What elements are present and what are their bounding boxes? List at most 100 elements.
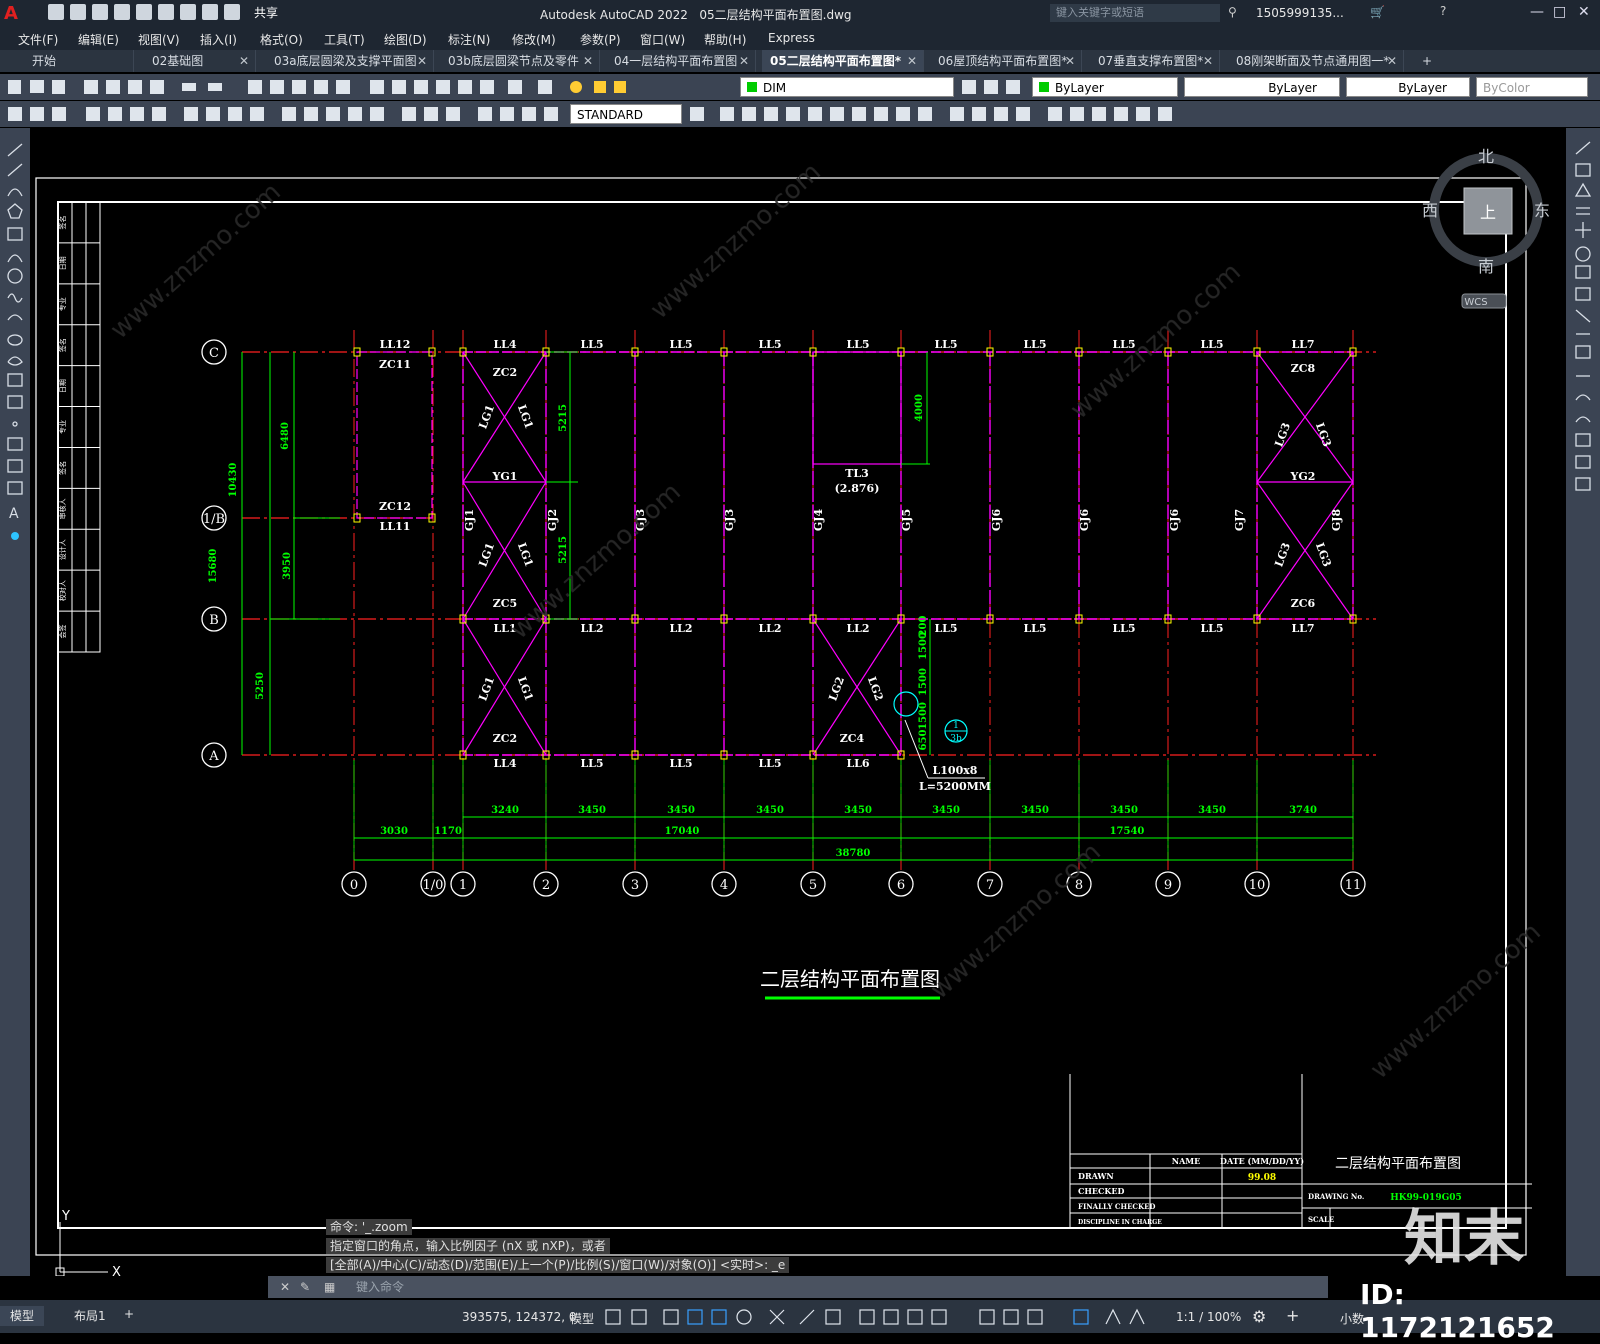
tab-close-icon[interactable]: ✕ — [1387, 50, 1397, 72]
close-command-icon[interactable]: ✕ — [280, 1276, 290, 1298]
linetype-dropdown[interactable]: ByLayer — [1184, 77, 1340, 97]
settings-gear-icon[interactable]: ⚙ — [1252, 1307, 1266, 1326]
dim-text-vertical: 3950 — [282, 552, 293, 580]
wcs-label[interactable]: WCS — [1464, 297, 1487, 308]
dim-text-vertical: 1500 — [918, 668, 929, 696]
layer-tools-icons[interactable] — [962, 79, 1024, 95]
viewcube-north[interactable]: 北 — [1478, 147, 1494, 166]
tab-08[interactable]: 08刚架断面及节点通用图一* ✕ — [1228, 50, 1404, 72]
viewcube[interactable]: 上 北 南 西 东 WCS — [1422, 147, 1550, 309]
tab-07[interactable]: 07垂直支撑布置图* ✕ — [1090, 50, 1220, 72]
minimize-button[interactable]: — — [1530, 4, 1544, 20]
standard-tools-icons[interactable] — [8, 79, 628, 95]
search-icon[interactable]: ⚲ — [1228, 5, 1237, 19]
dim-text-vertical: 5250 — [255, 672, 266, 700]
modify-side-icons[interactable] — [1566, 138, 1600, 538]
tb-drawing-no-label: DRAWING No. — [1308, 1192, 1364, 1201]
user-account[interactable]: 1505999135... — [1256, 6, 1344, 20]
annotation-scale[interactable]: 1:1 / 100% — [1176, 1310, 1241, 1324]
layer-dropdown[interactable]: DIM — [740, 77, 954, 97]
tab-close-icon[interactable]: ✕ — [583, 50, 593, 72]
tab-close-icon[interactable]: ✕ — [417, 50, 427, 72]
tab-label: 开始 — [32, 54, 57, 68]
plot-icon[interactable] — [180, 4, 196, 20]
tab-close-icon[interactable]: ✕ — [1203, 50, 1213, 72]
search-input[interactable]: 键入关键字或短语 — [1050, 4, 1220, 22]
dimension-tools-icons[interactable] — [8, 106, 568, 122]
tab-02[interactable]: 02基础图 ✕ — [144, 50, 256, 72]
structural-plan: C1/BBA0 1/0 1 2 3 4 5 6 7 8 9 10 11LL12 LL4 LL5 LL5 LL5 L… — [201, 330, 1376, 897]
color-dropdown[interactable]: ByLayer — [1032, 77, 1178, 97]
autocad-logo[interactable]: A — [4, 3, 32, 25]
angle-section-label: L100x8 — [933, 764, 978, 777]
dimstyle-dropdown[interactable]: STANDARD — [570, 104, 682, 124]
menu-modify[interactable]: 修改(M) — [512, 31, 556, 48]
viewcube-east[interactable]: 东 — [1534, 201, 1550, 220]
close-button[interactable]: ✕ — [1578, 4, 1590, 20]
viewcube-top[interactable]: 上 — [1480, 203, 1496, 222]
svg-text:X: X — [112, 1265, 121, 1276]
tab-close-icon[interactable]: ✕ — [739, 50, 749, 72]
menu-view[interactable]: 视图(V) — [138, 31, 180, 48]
menu-window[interactable]: 窗口(W) — [640, 31, 685, 48]
model-space-button[interactable]: 模型 — [570, 1310, 594, 1327]
new-tab-button[interactable]: + — [1414, 50, 1444, 72]
dim-text-vertical: 15680 — [208, 549, 219, 584]
plus-icon[interactable]: + — [1286, 1306, 1299, 1325]
plotstyle-value: ByColor — [1483, 81, 1530, 95]
tab-start[interactable]: 开始 — [24, 50, 134, 72]
share-button[interactable]: 共享 — [254, 4, 278, 21]
maximize-button[interactable]: □ — [1553, 4, 1566, 20]
cart-icon[interactable]: 🛒 — [1370, 5, 1385, 19]
tab-close-icon[interactable]: ✕ — [907, 50, 917, 72]
command-history-3: [全部(A)/中心(C)/动态(D)/范围(E)/上一个(P)/比例(S)/窗口… — [326, 1257, 790, 1273]
customize-icon[interactable]: ✎ — [300, 1276, 310, 1298]
command-input[interactable]: 键入命令 — [356, 1276, 404, 1298]
lineweight-dropdown[interactable]: ByLayer — [1346, 77, 1470, 97]
menu-file[interactable]: 文件(F) — [18, 31, 58, 48]
model-tab[interactable]: 模型 — [0, 1306, 45, 1326]
tab-04[interactable]: 04一层结构平面布置图 ✕ — [606, 50, 756, 72]
dim-text-vertical: 5215 — [558, 404, 569, 432]
menu-format[interactable]: 格式(O) — [260, 31, 303, 48]
viewcube-south[interactable]: 南 — [1478, 257, 1494, 276]
save-web-icon[interactable] — [158, 4, 174, 20]
saveas-icon[interactable] — [114, 4, 130, 20]
viewcube-west[interactable]: 西 — [1422, 201, 1438, 220]
tab-close-icon[interactable]: ✕ — [239, 50, 249, 72]
command-input-bar[interactable]: ✕ ✎ ▦ 键入命令 — [268, 1276, 1328, 1298]
menu-express[interactable]: Express — [768, 31, 815, 45]
tab-03b[interactable]: 03b底层圆梁节点及零件 ✕ — [440, 50, 600, 72]
redo-icon[interactable] — [224, 4, 240, 20]
tab-03a[interactable]: 03a底层圆梁及支撑平面图 ✕ — [266, 50, 434, 72]
drawing-canvas[interactable]: 签名日期专业签名日期专业签名审核人设计人校对人会签 上 北 南 西 东 WCS … — [0, 128, 1566, 1276]
undo-icon[interactable] — [202, 4, 218, 20]
beam-label: LL2 — [846, 622, 869, 635]
menu-dimension[interactable]: 标注(N) — [448, 31, 490, 48]
tab-close-icon[interactable]: ✕ — [1065, 50, 1075, 72]
tab-05-active[interactable]: 05二层结构平面布置图* ✕ — [762, 50, 924, 72]
tab-label: 05二层结构平面布置图* — [770, 54, 901, 68]
add-layout-button[interactable]: + — [124, 1307, 134, 1321]
command-prompt-icon[interactable]: ▦ — [324, 1276, 335, 1298]
menu-insert[interactable]: 插入(I) — [200, 31, 237, 48]
menu-edit[interactable]: 编辑(E) — [78, 31, 119, 48]
side-table-label: 会签 — [58, 625, 67, 639]
open-web-icon[interactable] — [136, 4, 152, 20]
status-toggle-icons[interactable] — [604, 1308, 1164, 1326]
save-icon[interactable] — [92, 4, 108, 20]
tab-06[interactable]: 06屋顶结构平面布置图* ✕ — [930, 50, 1082, 72]
modify-tools-icons[interactable] — [690, 106, 1190, 122]
help-icon[interactable]: ? — [1440, 4, 1446, 18]
menu-tools[interactable]: 工具(T) — [324, 31, 365, 48]
open-icon[interactable] — [70, 4, 86, 20]
new-icon[interactable] — [48, 4, 64, 20]
plotstyle-dropdown[interactable]: ByColor — [1476, 77, 1588, 97]
menu-draw[interactable]: 绘图(D) — [384, 31, 427, 48]
menu-parameter[interactable]: 参数(P) — [580, 31, 621, 48]
beam-label: LL4 — [493, 338, 516, 351]
menu-help[interactable]: 帮助(H) — [704, 31, 746, 48]
column-label: GJ5 — [900, 509, 913, 531]
layout1-tab[interactable]: 布局1 — [64, 1306, 116, 1326]
svg-text:Y: Y — [61, 1209, 70, 1224]
